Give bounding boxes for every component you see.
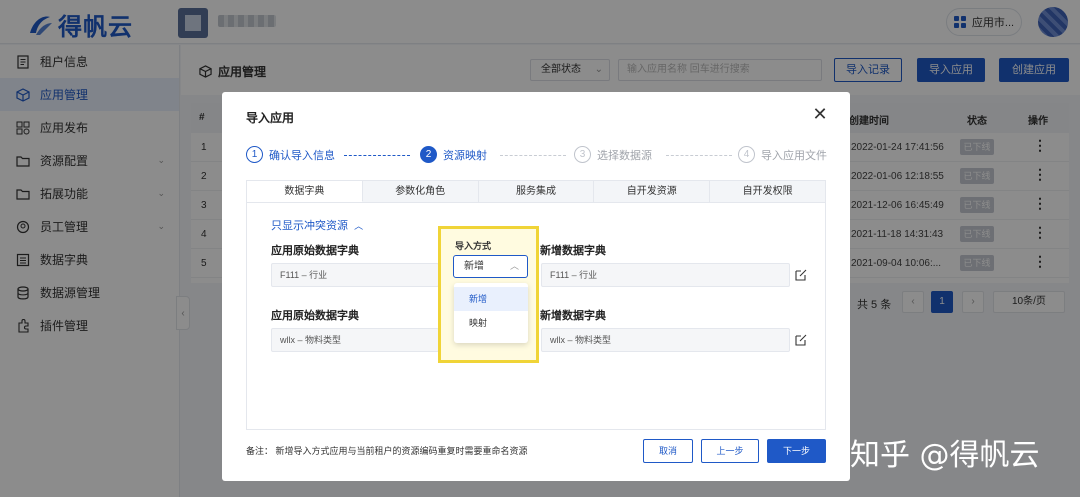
step-number: 1: [246, 146, 263, 163]
step-select-datasource: 3 选择数据源: [574, 146, 652, 163]
prev-step-button[interactable]: 上一步: [701, 439, 759, 463]
step-number: 2: [420, 146, 437, 163]
step-label: 确认导入信息: [269, 149, 335, 162]
tab-service-integration[interactable]: 服务集成: [479, 181, 595, 202]
next-step-button[interactable]: 下一步: [767, 439, 826, 463]
option-map[interactable]: 映射: [454, 311, 528, 335]
tab-custom-resources[interactable]: 自开发资源: [594, 181, 711, 202]
source-dict-input: F111 – 行业: [271, 263, 439, 287]
close-icon[interactable]: ✕: [812, 105, 828, 123]
import-mode-highlight: 导入方式 新增 ︿ 新增 映射: [438, 226, 539, 363]
edit-icon[interactable]: [795, 334, 807, 346]
chevron-up-icon: ︿: [509, 261, 519, 271]
zhihu-watermark: 知乎 @得帆云: [850, 438, 1040, 473]
cancel-button[interactable]: 取消: [643, 439, 693, 463]
step-label: 资源映射: [443, 149, 487, 162]
tab-custom-permissions[interactable]: 自开发权限: [710, 181, 825, 202]
target-dict-input[interactable]: F111 – 行业: [541, 263, 790, 287]
step-import-file: 4 导入应用文件: [738, 146, 827, 163]
import-mode-label: 导入方式: [455, 241, 492, 251]
source-dict-label: 应用原始数据字典: [271, 245, 359, 257]
show-conflicts-label: 只显示冲突资源: [271, 220, 348, 232]
step-connector: [500, 155, 566, 156]
step-confirm-info: 1 确认导入信息: [246, 146, 335, 163]
target-dict-input[interactable]: wllx – 物料类型: [541, 328, 790, 352]
show-conflicts-toggle[interactable]: 只显示冲突资源 ︿: [271, 217, 363, 233]
resource-tabs: 数据字典 参数化角色 服务集成 自开发资源 自开发权限: [247, 181, 825, 203]
tab-parameterized-role[interactable]: 参数化角色: [363, 181, 479, 202]
option-add-new[interactable]: 新增: [454, 287, 528, 311]
step-connector: [666, 155, 732, 156]
url-watermark: www.9969.net: [432, 455, 639, 483]
step-label: 导入应用文件: [761, 149, 827, 162]
step-number: 3: [574, 146, 591, 163]
tab-data-dictionary[interactable]: 数据字典: [247, 181, 363, 202]
source-dict-input: wllx – 物料类型: [271, 328, 439, 352]
source-dict-label: 应用原始数据字典: [271, 310, 359, 322]
edit-icon[interactable]: [795, 269, 807, 281]
step-number: 4: [738, 146, 755, 163]
step-indicator: 1 确认导入信息 2 资源映射 3 选择数据源 4 导入应用文件: [246, 146, 827, 166]
step-resource-mapping: 2 资源映射: [420, 146, 487, 163]
modal-title: 导入应用: [246, 111, 295, 125]
step-connector: [344, 155, 410, 156]
import-mode-select[interactable]: 新增 ︿: [453, 255, 528, 278]
import-app-modal: 导入应用 ✕ 1 确认导入信息 2 资源映射 3 选择数据源 4 导入应用文件 …: [222, 92, 850, 481]
import-mode-value: 新增: [464, 261, 484, 272]
target-dict-label: 新增数据字典: [540, 310, 606, 322]
step-label: 选择数据源: [597, 149, 652, 162]
chevron-up-icon: ︿: [354, 221, 364, 231]
target-dict-label: 新增数据字典: [540, 245, 606, 257]
import-mode-dropdown: 新增 映射: [454, 283, 528, 343]
